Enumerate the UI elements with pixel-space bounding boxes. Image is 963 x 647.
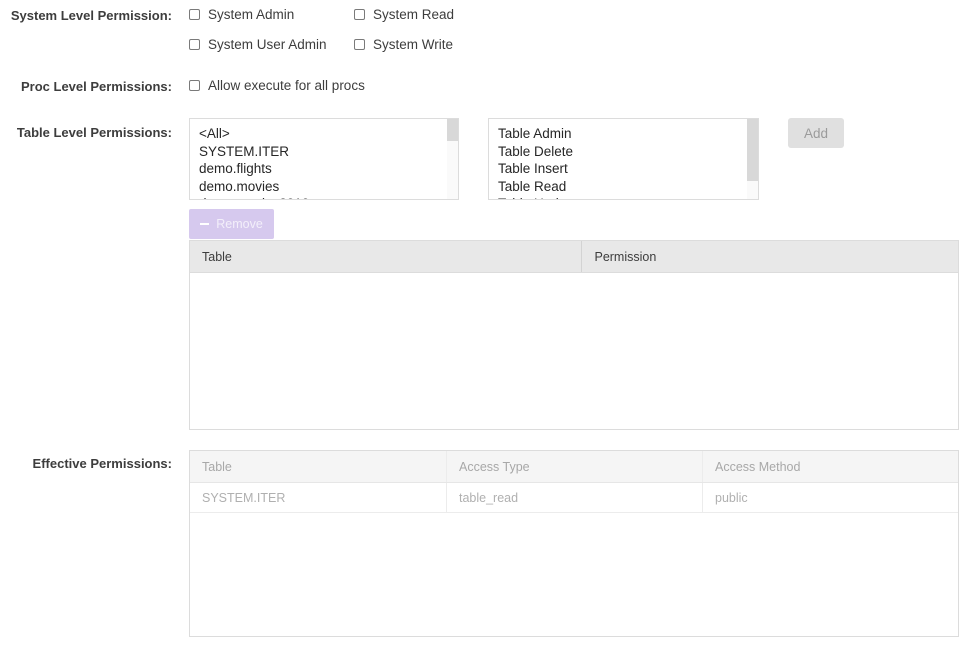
cell-table: SYSTEM.ITER [190,483,446,512]
effective-permissions-label: Effective Permissions: [0,456,172,471]
column-header-table[interactable]: Table [190,241,581,272]
tables-listbox[interactable]: <All> SYSTEM.ITER demo.flights demo.movi… [189,118,459,200]
checkbox-label: System User Admin [208,38,327,52]
remove-button-label: Remove [216,217,263,231]
scrollbar-thumb[interactable] [447,119,458,141]
column-header-permission[interactable]: Permission [581,241,958,272]
list-item[interactable]: demo.movies2010 [199,195,447,199]
checkbox-box-icon[interactable] [354,9,365,20]
checkbox-system-admin[interactable]: System Admin [189,8,294,22]
proc-level-permissions-label: Proc Level Permissions: [0,79,172,94]
column-header-access-type[interactable]: Access Type [446,451,702,482]
permissions-listbox-scrollbar[interactable] [747,119,758,199]
system-level-permission-label: System Level Permission: [0,8,172,23]
list-item[interactable]: Table Read [498,178,747,196]
checkbox-box-icon[interactable] [189,39,200,50]
list-item[interactable]: <All> [199,125,447,143]
add-button[interactable]: Add [788,118,844,148]
list-item[interactable]: demo.movies [199,178,447,196]
scrollbar-thumb[interactable] [747,119,758,181]
checkbox-box-icon[interactable] [189,80,200,91]
remove-button[interactable]: Remove [189,209,274,239]
list-item[interactable]: Table Admin [498,125,747,143]
permissions-listbox[interactable]: Table Admin Table Delete Table Insert Ta… [488,118,759,200]
table-row[interactable]: SYSTEM.ITER table_read public [190,483,958,513]
cell-access-method: public [702,483,958,512]
list-item[interactable]: Table Delete [498,143,747,161]
checkbox-box-icon[interactable] [354,39,365,50]
effective-permissions-grid[interactable]: Table Access Type Access Method SYSTEM.I… [189,450,959,637]
permissions-listbox-items[interactable]: Table Admin Table Delete Table Insert Ta… [489,119,747,199]
column-header-table[interactable]: Table [190,451,446,482]
checkbox-box-icon[interactable] [189,9,200,20]
checkbox-system-write[interactable]: System Write [354,38,453,52]
table-permissions-header-row: Table Permission [190,241,958,273]
checkbox-allow-execute-all-procs[interactable]: Allow execute for all procs [189,79,365,93]
table-level-permissions-label: Table Level Permissions: [0,125,172,140]
column-header-access-method[interactable]: Access Method [702,451,958,482]
minus-icon [200,223,209,225]
tables-listbox-scrollbar[interactable] [447,119,458,199]
list-item[interactable]: demo.flights [199,160,447,178]
checkbox-system-read[interactable]: System Read [354,8,454,22]
checkbox-label: System Admin [208,8,294,22]
cell-access-type: table_read [446,483,702,512]
tables-listbox-items[interactable]: <All> SYSTEM.ITER demo.flights demo.movi… [190,119,447,199]
list-item[interactable]: Table Update [498,195,747,199]
checkbox-label: Allow execute for all procs [208,79,365,93]
table-permissions-grid[interactable]: Table Permission [189,240,959,430]
checkbox-label: System Write [373,38,453,52]
checkbox-label: System Read [373,8,454,22]
checkbox-system-user-admin[interactable]: System User Admin [189,38,327,52]
effective-permissions-header-row: Table Access Type Access Method [190,451,958,483]
list-item[interactable]: Table Insert [498,160,747,178]
list-item[interactable]: SYSTEM.ITER [199,143,447,161]
